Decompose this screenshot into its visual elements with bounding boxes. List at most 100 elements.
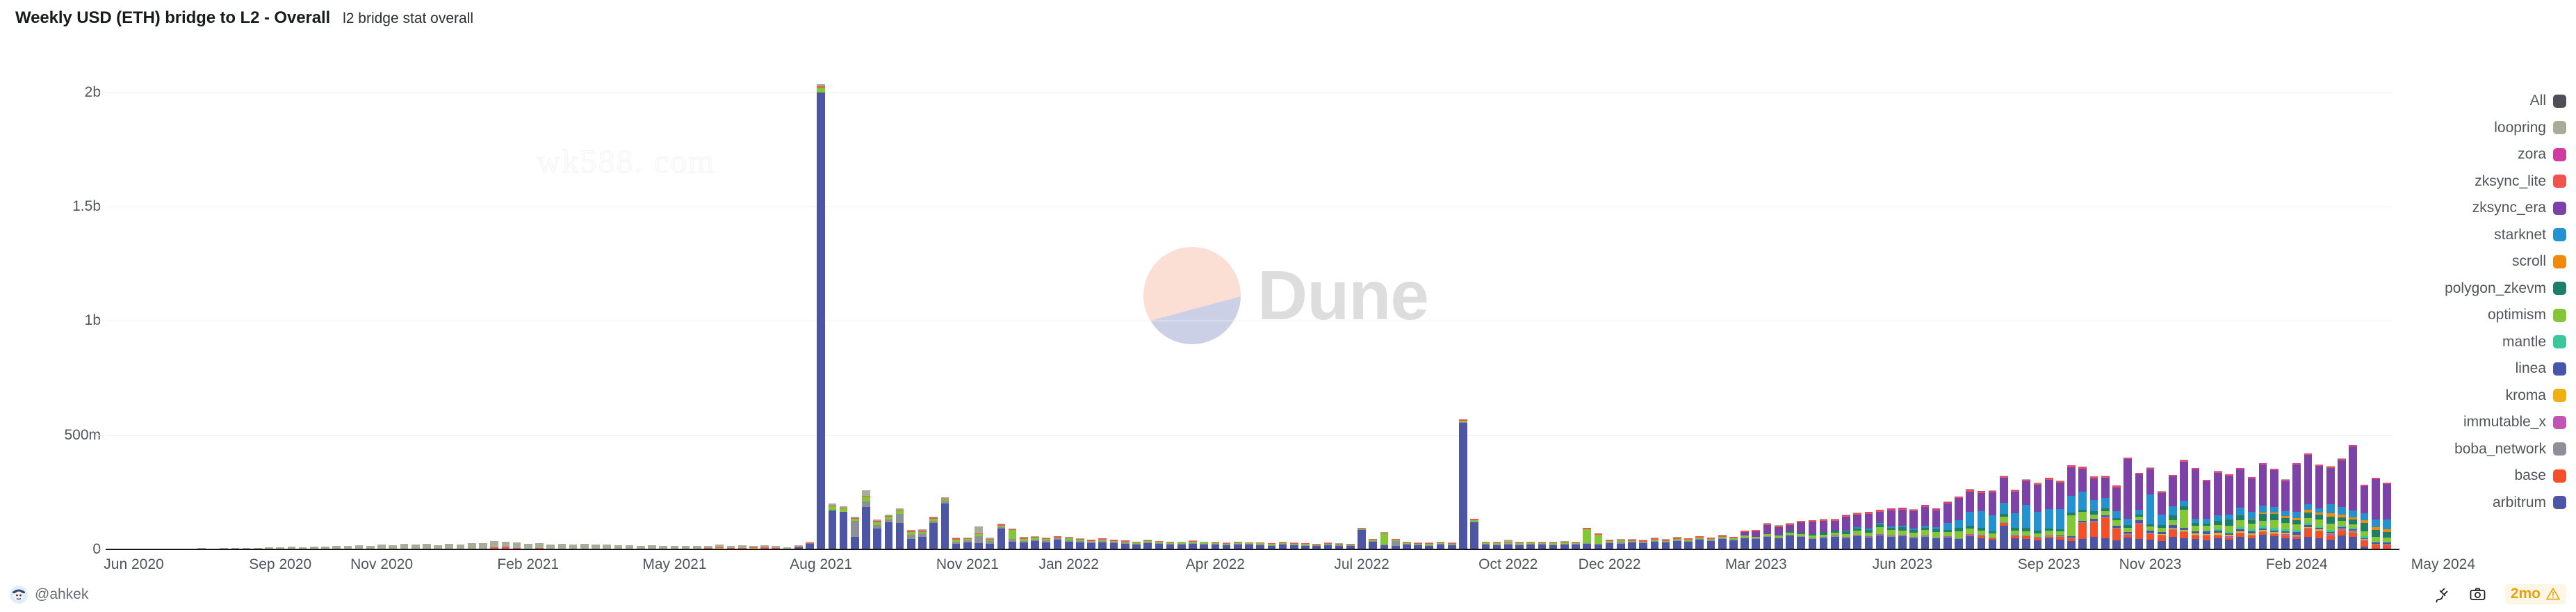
bar-column[interactable] [940,497,949,549]
bar-column[interactable] [1583,527,1592,549]
bar-column[interactable] [1695,536,1704,549]
query-subtitle[interactable]: l2 bridge stat overall [343,10,473,27]
bar-column[interactable] [1380,532,1389,549]
bar-column[interactable] [1616,539,1625,549]
bar-column[interactable] [1020,537,1028,549]
bar-column[interactable] [2225,474,2233,549]
bar-column[interactable] [2011,490,2019,549]
bar-column[interactable] [1977,490,1986,549]
bar-column[interactable] [1684,538,1693,549]
legend-item-arbitrum[interactable]: arbitrum [2392,490,2566,517]
bar-column[interactable] [2180,460,2188,549]
bar-column[interactable] [1459,419,1467,549]
bar-column[interactable] [2292,462,2301,549]
bar-column[interactable] [2078,466,2087,549]
bar-column[interactable] [2360,484,2369,549]
legend-item-immutable-x[interactable]: immutable_x [2392,409,2566,436]
bar-column[interactable] [1819,519,1828,549]
bar-column[interactable] [1639,540,1648,549]
bar-column[interactable] [1909,509,1918,549]
bar-column[interactable] [2044,477,2053,549]
bar-column[interactable] [2338,458,2346,549]
bar-column[interactable] [2304,453,2313,549]
bar-column[interactable] [1605,539,1614,549]
legend-item-boba-network[interactable]: boba_network [2392,436,2566,463]
plug-icon[interactable] [2433,586,2451,604]
bar-column[interactable] [2135,472,2144,549]
bar-column[interactable] [918,529,927,549]
bar-column[interactable] [1098,538,1107,549]
bar-column[interactable] [1109,539,1118,549]
bar-column[interactable] [1053,536,1062,549]
bar-column[interactable] [839,506,848,549]
legend-item-base[interactable]: base [2392,462,2566,490]
bar-column[interactable] [1729,536,1738,549]
legend-item-mantle[interactable]: mantle [2392,329,2566,356]
bar-column[interactable] [1808,520,1817,549]
bar-column[interactable] [817,84,825,549]
bar-column[interactable] [2191,467,2200,549]
bar-column[interactable] [1369,538,1378,549]
bar-column[interactable] [1763,523,1772,549]
bar-column[interactable] [975,526,983,549]
bar-column[interactable] [1628,539,1636,549]
bar-column[interactable] [2101,476,2110,549]
legend-item-zksync-lite[interactable]: zksync_lite [2392,168,2566,195]
legend-item-polygon-zkevm[interactable]: polygon_zkevm [2392,275,2566,303]
bar-column[interactable] [986,538,995,549]
bar-column[interactable] [1842,515,1850,549]
bar-column[interactable] [1594,533,1603,549]
bar-column[interactable] [1076,538,1084,549]
bar-column[interactable] [997,524,1006,549]
bar-column[interactable] [2169,474,2177,549]
legend-item-scroll[interactable]: scroll [2392,248,2566,275]
bar-column[interactable] [1706,537,1715,549]
bar-column[interactable] [2123,457,2132,549]
bar-column[interactable] [1650,538,1659,549]
legend-item-zksync-era[interactable]: zksync_era [2392,195,2566,222]
bar-column[interactable] [2202,479,2211,549]
bar-column[interactable] [1886,508,1896,549]
bar-column[interactable] [1786,523,1794,549]
legend-item-optimism[interactable]: optimism [2392,302,2566,329]
bar-column[interactable] [2213,471,2222,549]
bar-column[interactable] [2157,491,2166,549]
bar-column[interactable] [1955,496,1963,549]
bar-column[interactable] [2269,468,2279,549]
bar-column[interactable] [2326,466,2335,549]
bar-column[interactable] [952,537,961,549]
bar-column[interactable] [1120,540,1130,549]
bar-column[interactable] [2383,482,2391,549]
bar-column[interactable] [1008,528,1017,549]
bar-column[interactable] [873,519,881,549]
legend-item-zora[interactable]: zora [2392,141,2566,168]
bar-column[interactable] [2146,467,2155,549]
bar-column[interactable] [1966,489,1975,549]
bar-column[interactable] [929,516,938,549]
bar-column[interactable] [1921,504,1930,549]
bar-column[interactable] [1988,490,1997,549]
bar-column[interactable] [2033,483,2042,549]
bar-column[interactable] [1661,539,1670,549]
bar-column[interactable] [906,530,915,549]
bar-column[interactable] [828,504,837,549]
bar-column[interactable] [895,508,904,549]
bar-column[interactable] [1741,530,1749,549]
bar-column[interactable] [1797,520,1805,549]
bar-column[interactable] [2089,476,2098,549]
bar-column[interactable] [1042,537,1051,549]
status-badge[interactable]: 2mo [2504,584,2566,604]
bar-column[interactable] [1391,538,1400,549]
bar-column[interactable] [1718,535,1727,549]
bar-column[interactable] [2067,465,2076,549]
bar-column[interactable] [1898,507,1907,549]
bar-column[interactable] [2000,476,2008,549]
bar-column[interactable] [1875,509,1884,549]
bar-column[interactable] [2022,479,2031,549]
bar-column[interactable] [2236,467,2245,549]
bar-column[interactable] [1358,527,1366,549]
bar-column[interactable] [1087,539,1095,549]
author-handle[interactable]: @ahkek [35,586,88,603]
bar-column[interactable] [2371,477,2380,549]
bar-column[interactable] [1932,508,1941,549]
